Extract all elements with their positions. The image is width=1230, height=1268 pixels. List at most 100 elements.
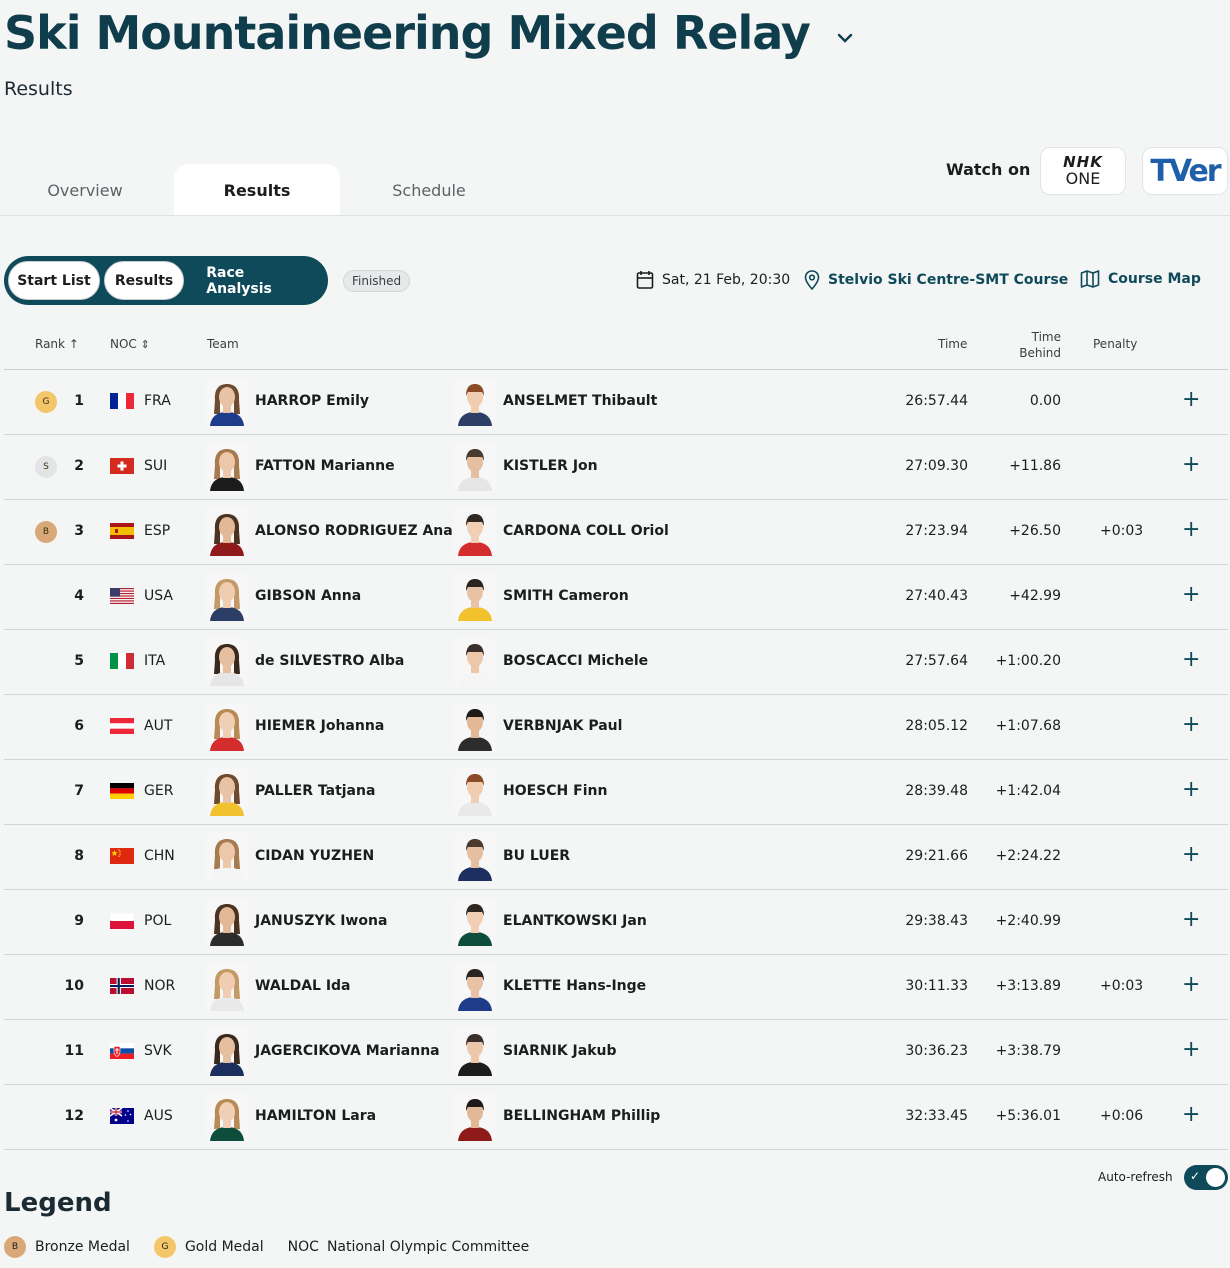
table-row[interactable]: 10 NOR WALDAL Ida KLETTE Hans-Inge 30:11.33 +… <box>4 955 1228 1020</box>
expand-plus-icon[interactable]: + <box>1182 584 1200 606</box>
table-row[interactable]: 6 AUT HIEMER Johanna VERBNJAK Paul 28:05.12 +… <box>4 695 1228 760</box>
athlete-name[interactable]: PALLER Tatjana <box>255 783 375 799</box>
athlete-name[interactable]: FATTON Marianne <box>255 458 395 474</box>
flag-icon <box>110 1043 134 1059</box>
athlete-name[interactable]: ALONSO RODRIGUEZ Ana <box>255 523 453 539</box>
time-cell: 27:09.30 <box>905 458 968 474</box>
table-row[interactable]: 11 SVK JAGERCIKOVA Marianna SIARNIK Jakub 30… <box>4 1020 1228 1085</box>
athlete-name[interactable]: SMITH Cameron <box>503 588 629 604</box>
legend-title: Legend <box>4 1188 112 1218</box>
expand-plus-icon[interactable]: + <box>1182 649 1200 671</box>
expand-plus-icon[interactable]: + <box>1182 779 1200 801</box>
check-icon: ✓ <box>1190 1169 1201 1183</box>
event-venue-link[interactable]: Stelvio Ski Centre-SMT Course <box>804 270 1068 290</box>
athlete-photo <box>454 378 496 426</box>
time-behind-cell: +42.99 <box>1009 588 1061 604</box>
athlete-name[interactable]: KISTLER Jon <box>503 458 598 474</box>
auto-refresh-toggle[interactable]: ✓ <box>1184 1165 1228 1190</box>
athlete-name[interactable]: de SILVESTRO Alba <box>255 653 404 669</box>
time-cell: 26:57.44 <box>905 393 968 409</box>
penalty-cell: +0:06 <box>1100 1108 1144 1124</box>
rank-cell: 10 <box>64 978 84 994</box>
event-venue-text: Stelvio Ski Centre-SMT Course <box>828 272 1069 288</box>
rank-header[interactable]: Rank ↑ <box>35 337 79 351</box>
noc-header[interactable]: NOC ⇕ <box>110 337 150 351</box>
flag-icon <box>109 912 135 929</box>
time-cell: 28:05.12 <box>905 718 968 734</box>
flag-icon <box>110 718 134 734</box>
athlete-name[interactable]: CIDAN YUZHEN <box>255 848 374 864</box>
chevron-down-icon[interactable] <box>836 29 854 47</box>
legend-row: B Bronze Medal G Gold Medal NOC National… <box>4 1236 553 1258</box>
auto-refresh-label: Auto-refresh <box>1098 1170 1173 1184</box>
athlete-name[interactable]: KLETTE Hans-Inge <box>503 978 646 994</box>
expand-plus-icon[interactable]: + <box>1182 974 1200 996</box>
table-row[interactable]: 9 POL JANUSZYK Iwona ELANTKOWSKI Jan 29:38.4… <box>4 890 1228 955</box>
course-map-link[interactable]: Course Map <box>1080 270 1201 288</box>
athlete-photo <box>454 1093 496 1141</box>
athlete-name[interactable]: CARDONA COLL Oriol <box>503 523 669 539</box>
event-date-text: Sat, 21 Feb, 20:30 <box>662 272 791 288</box>
legend-bronze: B Bronze Medal <box>4 1236 130 1258</box>
athlete-photo <box>206 508 248 556</box>
athlete-photo <box>454 768 496 816</box>
tab-overview[interactable]: Overview <box>0 164 170 216</box>
athlete-name[interactable]: WALDAL Ida <box>255 978 351 994</box>
athlete-name[interactable]: JANUSZYK Iwona <box>255 913 387 929</box>
athlete-name[interactable]: BU LUER <box>503 848 570 864</box>
tab-schedule[interactable]: Schedule <box>344 164 514 216</box>
athlete-name[interactable]: JAGERCIKOVA Marianna <box>255 1043 440 1059</box>
time-behind-cell: +11.86 <box>1009 458 1061 474</box>
noc-cell: FRA <box>144 393 171 409</box>
table-row[interactable]: S 2 SUI FATTON Marianne KISTLER Jon 27:09.30 +… <box>4 435 1228 500</box>
time-cell: 27:23.94 <box>905 523 968 539</box>
expand-plus-icon[interactable]: + <box>1182 519 1200 541</box>
flag-icon <box>110 523 134 539</box>
nhk-one-button[interactable]: NHK ONE <box>1040 147 1126 195</box>
time-behind-header: Time Behind <box>1019 329 1061 361</box>
table-row[interactable]: 7 GER PALLER Tatjana HOESCH Finn 28:39.48 +1:… <box>4 760 1228 825</box>
athlete-name[interactable]: HIEMER Johanna <box>255 718 384 734</box>
athlete-photo <box>454 443 496 491</box>
race-analysis-button[interactable]: Race Analysis <box>188 261 328 300</box>
noc-cell: NOR <box>144 978 176 994</box>
athlete-name[interactable]: ELANTKOWSKI Jan <box>503 913 647 929</box>
results-button[interactable]: Results <box>103 261 185 300</box>
athlete-name[interactable]: SIARNIK Jakub <box>503 1043 617 1059</box>
expand-plus-icon[interactable]: + <box>1182 714 1200 736</box>
table-row[interactable]: 5 ITA de SILVESTRO Alba BOSCACCI Michele 27:… <box>4 630 1228 695</box>
tab-results[interactable]: Results <box>174 164 340 216</box>
start-list-button[interactable]: Start List <box>8 261 100 300</box>
table-row[interactable]: G 1 FRA HARROP Emily ANSELMET Thibault 26:57.… <box>4 370 1228 435</box>
tver-button[interactable]: TVer <box>1142 147 1228 195</box>
expand-plus-icon[interactable]: + <box>1182 1104 1200 1126</box>
expand-plus-icon[interactable]: + <box>1182 1039 1200 1061</box>
expand-plus-icon[interactable]: + <box>1182 454 1200 476</box>
table-row[interactable]: B 3 ESP ALONSO RODRIGUEZ Ana CARDONA COLL Or… <box>4 500 1228 565</box>
expand-plus-icon[interactable]: + <box>1182 389 1200 411</box>
athlete-name[interactable]: BELLINGHAM Phillip <box>503 1108 660 1124</box>
athlete-name[interactable]: HARROP Emily <box>255 393 369 409</box>
athlete-name[interactable]: ANSELMET Thibault <box>503 393 657 409</box>
table-row[interactable]: 4 USA GIBSON Anna SMITH Cameron 27:40.43 +42.… <box>4 565 1228 630</box>
athlete-name[interactable]: HOESCH Finn <box>503 783 607 799</box>
athlete-name[interactable]: GIBSON Anna <box>255 588 361 604</box>
flag-icon <box>110 393 134 409</box>
view-switcher: Start List Results Race Analysis <box>4 256 328 305</box>
time-behind-cell: +5:36.01 <box>995 1108 1061 1124</box>
page-title: Ski Mountaineering Mixed Relay <box>4 6 811 60</box>
noc-header-label: NOC <box>110 337 137 351</box>
athlete-name[interactable]: BOSCACCI Michele <box>503 653 648 669</box>
table-row[interactable]: 8 CHN CIDAN YUZHEN BU LUER 29:21.66 +2:24.22 + <box>4 825 1228 890</box>
noc-cell: AUT <box>144 718 173 734</box>
athlete-name[interactable]: VERBNJAK Paul <box>503 718 622 734</box>
athlete-photo <box>454 508 496 556</box>
table-row[interactable]: 12 AUS HAMILTON Lara BELLINGHAM Phillip 32:3… <box>4 1085 1228 1150</box>
expand-plus-icon[interactable]: + <box>1182 909 1200 931</box>
time-header: Time <box>938 337 968 351</box>
athlete-name[interactable]: HAMILTON Lara <box>255 1108 376 1124</box>
expand-plus-icon[interactable]: + <box>1182 844 1200 866</box>
nhk-logo-text: NHK <box>1063 153 1103 171</box>
time-behind-cell: 0.00 <box>1029 393 1061 409</box>
time-cell: 30:11.33 <box>905 978 968 994</box>
